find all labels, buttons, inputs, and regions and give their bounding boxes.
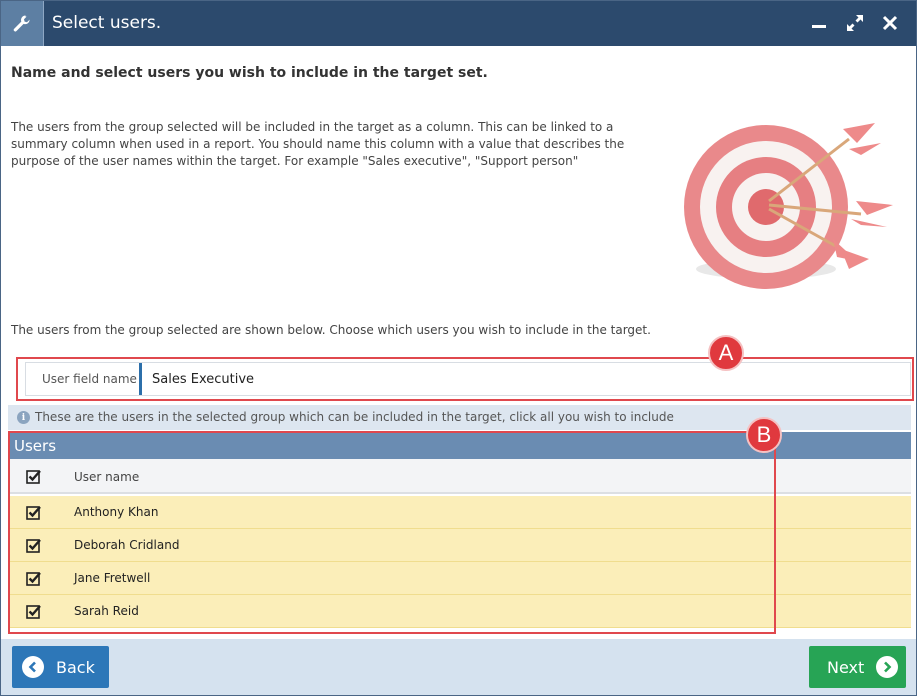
user-field-name-input[interactable] xyxy=(139,363,909,395)
back-button[interactable]: Back xyxy=(12,646,109,688)
annotation-badge-b: B xyxy=(746,417,782,453)
info-text: These are the users in the selected grou… xyxy=(35,410,674,424)
annotation-box-b xyxy=(8,431,776,634)
next-button[interactable]: Next xyxy=(809,646,906,688)
minimize-icon[interactable] xyxy=(807,11,831,35)
user-field-label: User field name xyxy=(42,372,137,386)
dialog-window: Select users. Name and select users you … xyxy=(0,0,917,696)
dialog-footer: Back Next xyxy=(1,639,916,695)
target-illustration xyxy=(684,123,893,289)
wrench-icon xyxy=(1,1,44,46)
info-icon: i xyxy=(17,411,30,424)
next-button-label: Next xyxy=(827,657,865,677)
instruction-text: The users from the group selected are sh… xyxy=(11,323,651,337)
description-text: The users from the group selected will b… xyxy=(11,120,625,168)
user-field-row: User field name xyxy=(25,362,911,396)
maximize-icon[interactable] xyxy=(843,11,867,35)
title-bar: Select users. xyxy=(1,1,916,46)
back-button-label: Back xyxy=(56,657,95,677)
arrow-right-icon xyxy=(876,656,899,678)
page-heading: Name and select users you wish to includ… xyxy=(11,65,488,81)
close-icon[interactable] xyxy=(878,11,902,35)
arrow-left-icon xyxy=(22,656,44,678)
annotation-badge-a: A xyxy=(708,335,744,371)
window-title: Select users. xyxy=(52,13,162,33)
